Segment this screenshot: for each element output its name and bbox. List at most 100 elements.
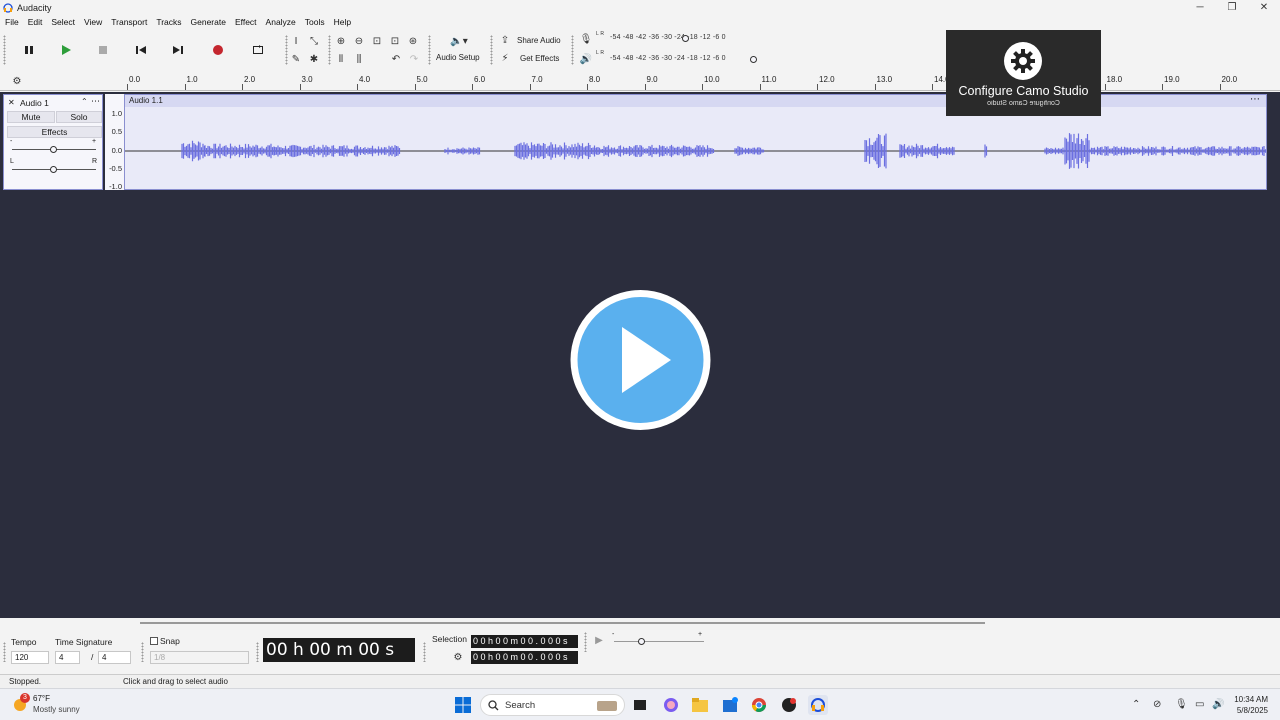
toolbar-grip[interactable] — [428, 35, 431, 65]
menu-file[interactable]: File — [5, 17, 19, 27]
toolbar-grip[interactable] — [490, 35, 493, 65]
time-display[interactable]: 00 h 00 m 00 s — [263, 638, 415, 662]
menu-tracks[interactable]: Tracks — [156, 17, 181, 27]
audacity-taskbar-icon[interactable] — [808, 695, 828, 715]
tray-display-icon[interactable]: ▭ — [1195, 699, 1204, 710]
menu-generate[interactable]: Generate — [191, 17, 226, 27]
pan-slider-knob[interactable] — [50, 166, 57, 173]
minimize-button[interactable]: ─ — [1184, 0, 1216, 15]
selection-end-display[interactable]: 0 0 h 0 0 m 0 0 . 0 0 0 s — [471, 651, 578, 664]
clip-menu-icon[interactable]: ⋯ — [1250, 94, 1260, 105]
trim-audio-icon[interactable]: ⫴ — [334, 52, 348, 66]
menu-tools[interactable]: Tools — [305, 17, 325, 27]
camo-studio-overlay[interactable]: Configure Camo Studio Configure Camo Stu… — [946, 30, 1101, 116]
loop-button[interactable] — [245, 37, 271, 63]
snap-select[interactable]: 1/8 — [150, 651, 249, 664]
track-control-panel[interactable]: ✕ Audio 1 ⌃ ⋯ Mute Solo Effects - + L R — [3, 94, 103, 190]
get-effects-icon[interactable]: ⚡ — [498, 51, 512, 65]
tempo-input[interactable]: 120 — [11, 651, 49, 664]
selection-tool-icon[interactable]: I — [289, 34, 303, 48]
solo-button[interactable]: Solo — [56, 111, 102, 123]
record-level-knob[interactable] — [682, 35, 689, 42]
toolbar-grip[interactable] — [571, 35, 574, 65]
snap-checkbox[interactable] — [150, 637, 158, 645]
weather-desc[interactable]: Mostly sunny — [33, 705, 80, 714]
draw-tool-icon[interactable]: ✎ — [289, 52, 303, 66]
zoom-toggle-icon[interactable]: ⊛ — [406, 34, 420, 48]
get-effects-button[interactable]: Get Effects — [520, 54, 559, 63]
system-clock[interactable]: 10:34 AM 5/8/2025 — [1234, 694, 1268, 716]
playback-meter-scale[interactable]: -54 -48 -42 -36 -30 -24 -18 -12 -6 0 — [610, 55, 726, 62]
playback-level-knob[interactable] — [750, 56, 757, 63]
skip-to-start-button[interactable] — [128, 37, 154, 63]
effects-button[interactable]: Effects — [7, 126, 102, 138]
zoom-in-icon[interactable]: ⊕ — [334, 34, 348, 48]
time-signature-numerator[interactable]: 4 — [55, 651, 80, 664]
waveform[interactable] — [125, 107, 1266, 189]
menu-transport[interactable]: Transport — [111, 17, 147, 27]
track-close-icon[interactable]: ✕ — [8, 98, 15, 107]
microphone-icon[interactable]: 🎙 — [579, 32, 593, 46]
toolbar-grip[interactable] — [141, 642, 144, 662]
menu-view[interactable]: View — [84, 17, 102, 27]
mute-button[interactable]: Mute — [7, 111, 55, 123]
clip-title[interactable]: Audio 1.1 — [129, 96, 163, 105]
play-button[interactable] — [53, 37, 79, 63]
envelope-tool-icon[interactable]: ⤡ — [307, 34, 321, 48]
audio-setup-speaker-icon[interactable]: 🔈▾ — [446, 34, 472, 48]
toolbar-grip[interactable] — [328, 35, 331, 65]
menu-select[interactable]: Select — [51, 17, 75, 27]
play-at-speed-icon[interactable]: ▶ — [592, 633, 606, 647]
store-icon[interactable] — [720, 695, 740, 715]
skip-to-end-button[interactable] — [165, 37, 191, 63]
fit-project-icon[interactable]: ⊡ — [388, 34, 402, 48]
task-view-icon[interactable] — [630, 695, 650, 715]
audio-setup-button[interactable]: Audio Setup — [436, 53, 480, 62]
start-button[interactable] — [453, 695, 473, 715]
copilot-icon[interactable] — [661, 695, 681, 715]
undo-icon[interactable]: ↶ — [389, 52, 403, 66]
file-explorer-icon[interactable] — [690, 695, 710, 715]
menu-analyze[interactable]: Analyze — [266, 17, 296, 27]
menu-effect[interactable]: Effect — [235, 17, 257, 27]
multi-tool-icon[interactable]: ✱ — [307, 52, 321, 66]
silence-audio-icon[interactable]: ⫼ — [352, 52, 366, 66]
toolbar-grip[interactable] — [285, 35, 288, 65]
playback-speed-slider[interactable] — [614, 641, 704, 642]
track-name[interactable]: Audio 1 — [20, 98, 49, 108]
taskbar-search[interactable]: Search — [480, 694, 625, 716]
redo-icon[interactable]: ↷ — [407, 52, 421, 66]
weather-temp[interactable]: 67°F — [33, 694, 50, 703]
stop-button[interactable] — [90, 37, 116, 63]
record-meter-scale[interactable]: -54 -48 -42 -36 -30 -24 -18 -12 -6 0 — [610, 34, 726, 41]
track-collapse-icon[interactable]: ⌃ — [81, 97, 88, 106]
toolbar-grip[interactable] — [256, 642, 259, 662]
toolbar-grip[interactable] — [584, 632, 587, 652]
horizontal-scrollbar[interactable] — [140, 622, 985, 624]
close-button[interactable]: ✕ — [1248, 0, 1280, 15]
tray-overflow-chevron-icon[interactable]: ⌃ — [1132, 699, 1140, 710]
selection-start-display[interactable]: 0 0 h 0 0 m 0 0 . 0 0 0 s — [471, 635, 578, 648]
maximize-button[interactable]: ❐ — [1216, 0, 1248, 15]
gain-slider-knob[interactable] — [50, 146, 57, 153]
toolbar-grip[interactable] — [3, 35, 6, 65]
share-audio-icon[interactable]: ⇪ — [498, 33, 512, 47]
tray-microphone-icon[interactable]: 🎙 — [1175, 699, 1188, 710]
fit-selection-icon[interactable]: ⊡ — [370, 34, 384, 48]
time-signature-denominator[interactable]: 4 — [98, 651, 131, 664]
speaker-icon[interactable]: 🔊 — [579, 52, 593, 66]
menu-help[interactable]: Help — [334, 17, 351, 27]
tray-network-icon[interactable]: ⊘ — [1153, 699, 1161, 710]
timeline-settings-gear-icon[interactable]: ⚙ — [10, 74, 24, 88]
zoom-out-icon[interactable]: ⊖ — [352, 34, 366, 48]
record-button[interactable] — [205, 37, 231, 63]
chrome-icon[interactable] — [749, 695, 769, 715]
menu-edit[interactable]: Edit — [28, 17, 43, 27]
video-play-icon[interactable] — [567, 287, 714, 433]
share-audio-button[interactable]: Share Audio — [517, 36, 561, 45]
selection-settings-gear-icon[interactable]: ⚙ — [451, 650, 465, 664]
tray-volume-icon[interactable]: 🔊 — [1212, 699, 1224, 710]
toolbar-grip[interactable] — [3, 642, 6, 662]
track-menu-icon[interactable]: ⋯ — [91, 96, 100, 107]
pause-button[interactable] — [16, 37, 42, 63]
